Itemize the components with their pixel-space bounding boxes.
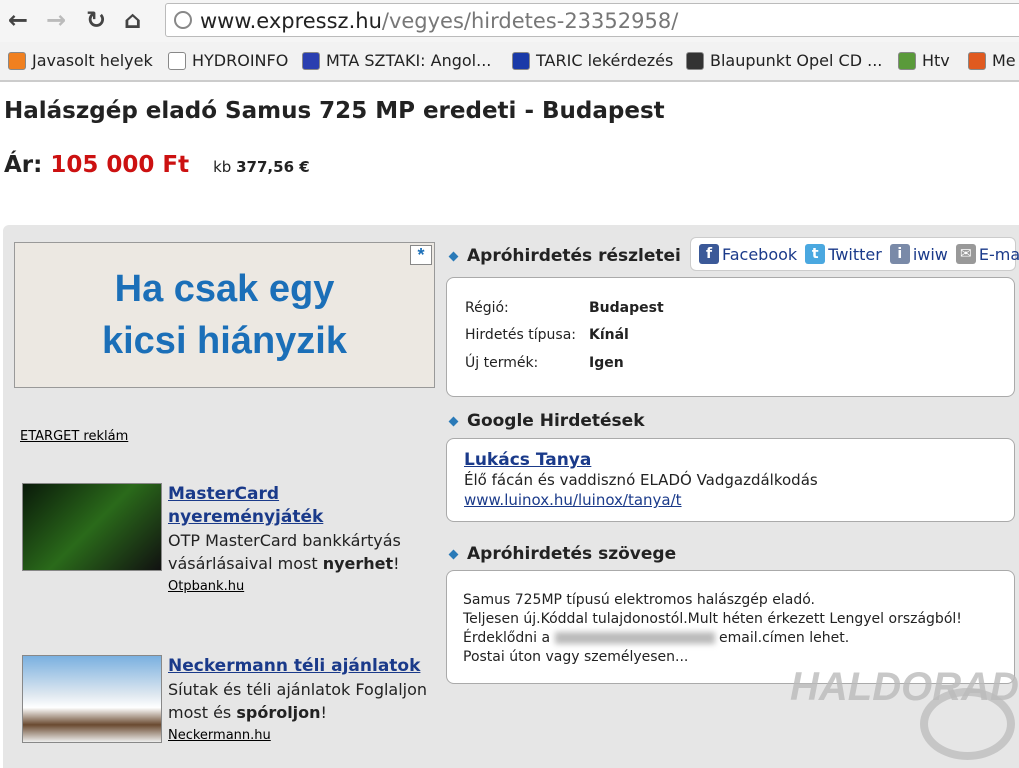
detail-row: Régió: Budapest [465, 300, 664, 316]
approx-price: 377,56 € [236, 158, 310, 176]
price-label: Ár: [4, 152, 43, 178]
ad-line2-bold: nyerhet [322, 554, 394, 573]
detail-value: Kínál [589, 327, 629, 343]
details-heading: Apróhirdetés részletei [450, 246, 681, 266]
mastercard-image [22, 483, 162, 571]
url-path: /vegyes/hirdetes-23352958/ [381, 9, 679, 33]
price: Ár: 105 000 Ft kb 377,56 € [4, 152, 310, 178]
blurred-email [554, 632, 715, 644]
ad-line2: vásárlásaival most [168, 554, 323, 573]
banner-line1: Ha csak egy [114, 268, 335, 310]
page-title: Halászgép eladó Samus 725 MP eredeti - B… [4, 98, 665, 124]
watermark-text: HALDORADO [790, 665, 1019, 709]
globe-icon [898, 51, 916, 70]
bookmark-me[interactable]: Me [968, 51, 1016, 70]
detail-label: Hirdetés típusa: [465, 327, 577, 343]
ad-title[interactable]: MasterCard [168, 483, 401, 506]
bookmark-label: HYDROINFO [192, 51, 289, 70]
google-ads-heading: Google Hirdetések [450, 411, 645, 431]
sztaki-icon [302, 51, 320, 70]
ad-line2-end: ! [393, 554, 400, 573]
url-host: www.expressz.hu [200, 9, 382, 33]
bookmark-htv[interactable]: Htv [898, 51, 950, 70]
email-icon: ✉ [955, 244, 976, 264]
reload-icon[interactable]: ↻ [86, 6, 106, 34]
bookmark-label: Me [992, 51, 1016, 70]
detail-label: Új termék: [465, 355, 539, 371]
ad-line2-end: ! [320, 703, 327, 722]
bookmark-label: TARIC lekérdezés [536, 51, 674, 70]
watermark: HALDORADO [790, 665, 1019, 710]
banner-ad[interactable]: Ha csak egy kicsi hiányzik * [14, 242, 435, 388]
detail-row: Hirdetés típusa: Kínál [465, 327, 629, 343]
description-line: Érdeklődni a email.címen lehet. [463, 629, 1014, 648]
facebook-icon: f [699, 244, 719, 264]
home-icon[interactable]: ⌂ [124, 6, 141, 34]
detail-value: Budapest [589, 300, 664, 316]
address-bar[interactable]: www.expressz.hu/vegyes/hirdetes-23352958… [165, 3, 1019, 37]
gmail-icon [968, 51, 986, 70]
google-ad-url[interactable]: www.luinox.hu/luinox/tanya/t [464, 490, 1014, 510]
google-ad-box[interactable]: Lukács Tanya Élő fácán és vaddisznó ELAD… [446, 438, 1015, 522]
forward-icon[interactable]: → [46, 6, 66, 34]
ad-url[interactable]: Neckermann.hu [168, 724, 427, 747]
bookmark-label: Htv [922, 51, 950, 70]
share-bar: fFacebook tTwitter iiwiw ✉E-mail [690, 237, 1019, 271]
approx-prefix: kb [213, 158, 232, 176]
ad-title[interactable]: Neckermann téli ajánlatok [168, 655, 427, 678]
eu-flag-icon [512, 51, 530, 70]
ad-line1: Síutak és téli ajánlatok Foglaljon [168, 680, 428, 699]
ad-line2-bold: spóroljon [236, 703, 321, 722]
bookmark-taric-lek-rdez-s[interactable]: TARIC lekérdezés [512, 51, 673, 70]
price-value: 105 000 Ft [50, 152, 190, 178]
description-line: Teljesen új.Kóddal tulajdonostól.Mult hé… [463, 611, 962, 627]
share-label: E-mail [978, 244, 1019, 264]
detail-row: Új termék: Igen [465, 355, 624, 371]
details-box: Régió: Budapest Hirdetés típusa: Kínál Új … [446, 277, 1015, 397]
bookmark-blaupunkt-opel-cd-[interactable]: Blaupunkt Opel CD ... [686, 51, 882, 70]
bookmark-label: Javasolt helyek [32, 51, 153, 70]
browser-toolbar: ← → ↻ ⌂ www.expressz.hu/vegyes/hirdetes-… [0, 0, 1019, 42]
bookmark-label: MTA SZTAKI: Angol... [326, 51, 492, 70]
share-twitter[interactable]: t Twitter [805, 244, 882, 264]
ad-title-2[interactable]: nyereményjáték [168, 506, 401, 529]
share-e-mail[interactable]: ✉E-mail [955, 244, 1019, 264]
page-icon [168, 51, 186, 70]
adchoices-icon[interactable]: * [410, 245, 432, 265]
bulb-icon [8, 51, 26, 70]
description-text: Érdeklődni a [463, 630, 551, 646]
blaupunkt-icon [686, 51, 704, 70]
bookmarks-bar: Javasolt helyek HYDROINFO MTA SZTAKI: Ango… [0, 42, 1019, 82]
share-label: iwiw [912, 244, 948, 264]
iwiw-icon: i [889, 244, 910, 264]
etarget-link[interactable]: ETARGET reklám [20, 429, 128, 444]
globe-icon [174, 11, 192, 29]
google-ad-text: Élő fácán és vaddisznó ELADÓ Vadgazdálko… [464, 471, 818, 489]
bookmark-mta-sztaki-angol-[interactable]: MTA SZTAKI: Angol... [302, 51, 491, 70]
share-facebook[interactable]: f Facebook [699, 244, 797, 264]
back-icon[interactable]: ← [8, 6, 28, 34]
share-label: Twitter [828, 244, 882, 264]
bookmark-hydroinfo[interactable]: HYDROINFO [168, 51, 288, 70]
banner-line2: kicsi hiányzik [101, 320, 347, 362]
share-iwiw[interactable]: i iwiw [889, 244, 948, 264]
ad-line1: OTP MasterCard bankkártyás [168, 531, 401, 550]
ad-url[interactable]: Otpbank.hu [168, 575, 401, 598]
neckermann-image [22, 655, 162, 743]
description-heading: Apróhirdetés szövege [450, 544, 676, 564]
ad-line2: most és [168, 703, 237, 722]
detail-value: Igen [589, 355, 624, 371]
google-ad-title[interactable]: Lukács Tanya [464, 450, 1014, 470]
bookmark-label: Blaupunkt Opel CD ... [710, 51, 883, 70]
twitter-icon: t [805, 244, 826, 264]
description-text: email.címen lehet. [719, 630, 850, 646]
detail-label: Régió: [465, 300, 509, 316]
bookmark-javasolt-helyek[interactable]: Javasolt helyek [8, 51, 153, 70]
share-label: Facebook [722, 244, 798, 264]
description-line: Samus 725MP típusú elektromos halászgép … [463, 592, 815, 608]
